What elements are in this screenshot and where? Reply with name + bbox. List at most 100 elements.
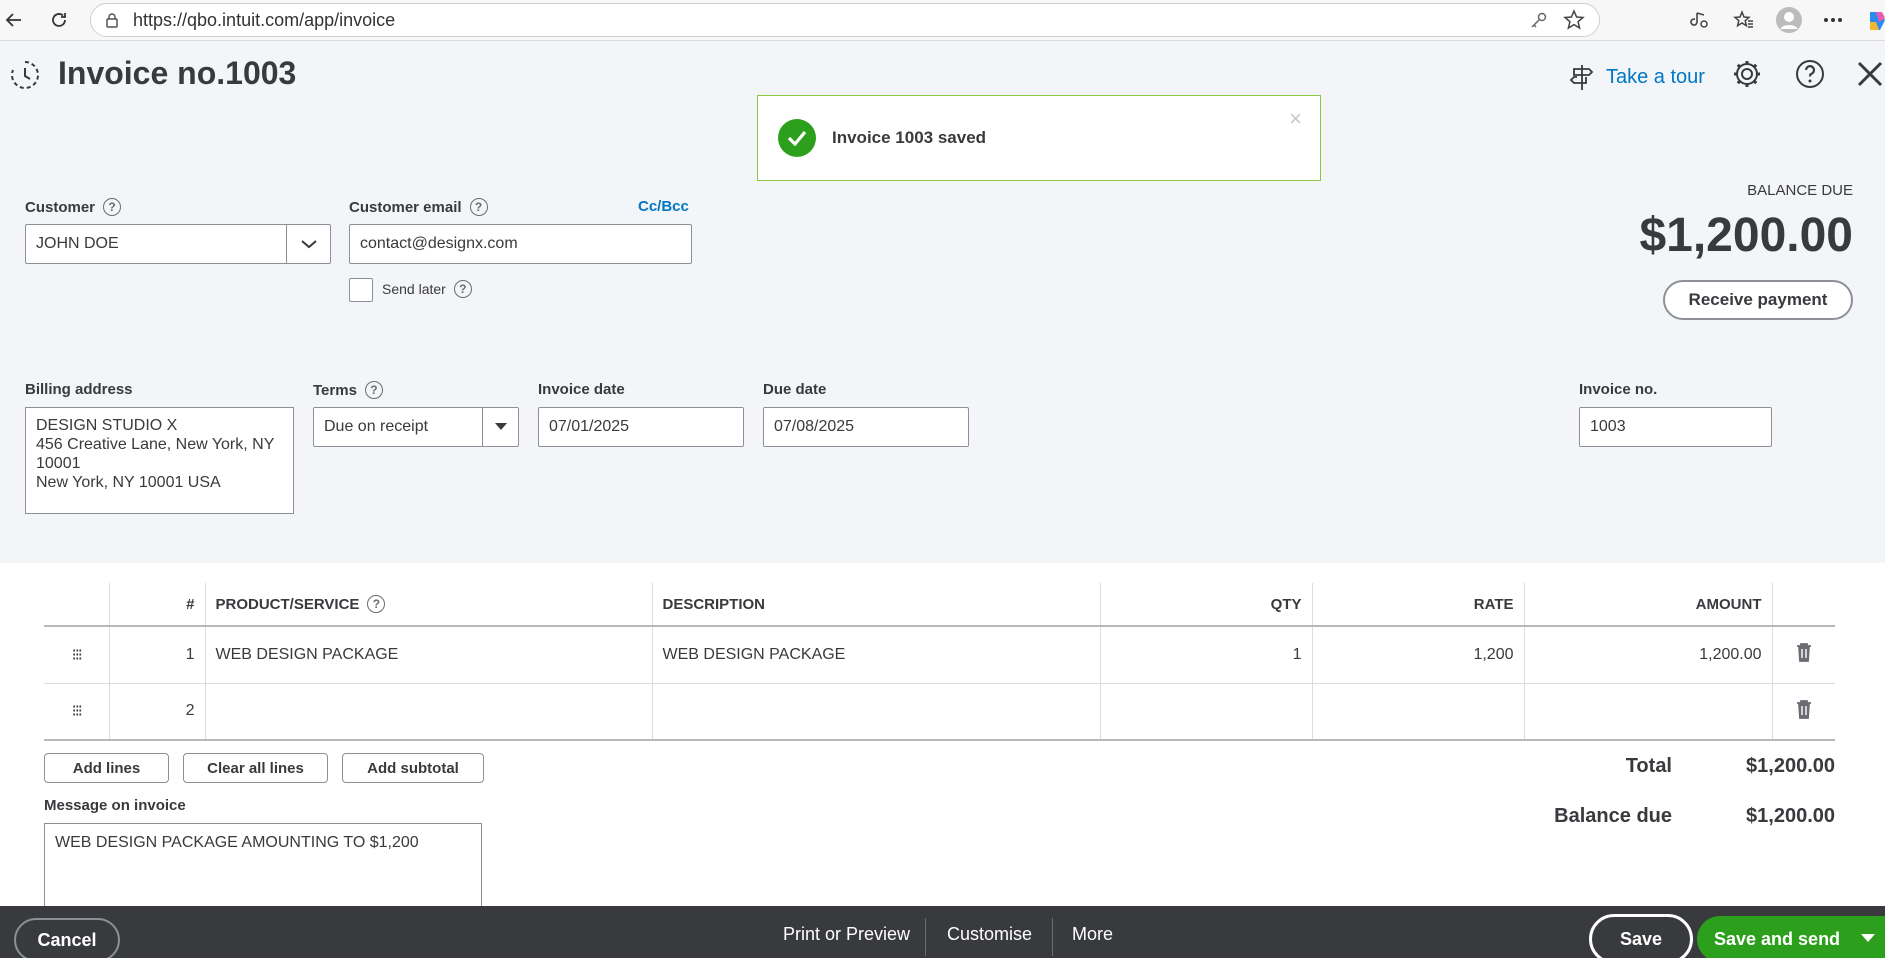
- customer-label: Customer ?: [25, 198, 122, 216]
- terms-value: Due on receipt: [324, 418, 429, 435]
- num-column-header: #: [109, 583, 206, 627]
- help-icon[interactable]: [1793, 57, 1827, 91]
- cancel-button[interactable]: Cancel: [14, 918, 120, 958]
- footer-divider: [1052, 918, 1053, 956]
- notification-close-icon[interactable]: ×: [1289, 106, 1302, 132]
- delete-line-trash-icon[interactable]: [1772, 683, 1835, 741]
- customise-link[interactable]: Customise: [947, 924, 1032, 945]
- drag-handle-icon[interactable]: ⁝⁝⁝: [44, 683, 110, 741]
- favorites-icon[interactable]: [1728, 4, 1760, 36]
- drag-column-header: [44, 583, 110, 627]
- take-a-tour-link[interactable]: Take a tour: [1568, 62, 1705, 92]
- customer-email-value: contact@designx.com: [360, 235, 518, 252]
- recent-history-icon[interactable]: [8, 58, 42, 92]
- key-icon[interactable]: [1529, 10, 1549, 35]
- save-and-send-dropdown-caret-icon[interactable]: [1861, 934, 1875, 942]
- extensions-icon[interactable]: [1684, 4, 1716, 36]
- cc-bcc-link[interactable]: Cc/Bcc: [638, 198, 689, 215]
- message-on-invoice-input[interactable]: WEB DESIGN PACKAGE AMOUNTING TO $1,200: [44, 823, 482, 913]
- more-menu-icon[interactable]: [1817, 4, 1849, 36]
- amount-cell[interactable]: 1,200.00: [1524, 626, 1773, 684]
- rate-cell[interactable]: [1312, 683, 1525, 741]
- add-subtotal-button[interactable]: Add subtotal: [342, 753, 484, 783]
- back-arrow-icon[interactable]: [0, 6, 28, 34]
- billing-line: 456 Creative Lane, New York, NY: [36, 436, 275, 453]
- billing-address-input[interactable]: DESIGN STUDIO X 456 Creative Lane, New Y…: [25, 407, 294, 514]
- delete-line-trash-icon[interactable]: [1772, 626, 1835, 684]
- more-link[interactable]: More: [1072, 924, 1113, 945]
- lock-icon: [106, 13, 118, 28]
- receive-payment-button[interactable]: Receive payment: [1663, 280, 1853, 320]
- product-cell[interactable]: WEB DESIGN PACKAGE: [205, 626, 653, 684]
- customer-dropdown-chevron-icon[interactable]: [286, 225, 330, 263]
- url-text: https://qbo.intuit.com/app/invoice: [133, 9, 396, 30]
- invoice-no-input[interactable]: 1003: [1579, 407, 1772, 447]
- customer-email-label: Customer email ?: [349, 198, 488, 216]
- terms-label-text: Terms: [313, 381, 357, 399]
- customer-select[interactable]: JOHN DOE: [25, 224, 331, 264]
- qty-column-header: QTY: [1100, 583, 1313, 627]
- customer-email-label-text: Customer email: [349, 198, 462, 216]
- amount-cell[interactable]: [1524, 683, 1773, 741]
- billing-address-label: Billing address: [25, 381, 133, 398]
- send-later-checkbox[interactable]: [349, 278, 373, 302]
- billing-line: 10001: [36, 455, 81, 472]
- due-date-value: 07/08/2025: [774, 418, 855, 435]
- table-header-row: # PRODUCT/SERVICE ? DESCRIPTION QTY RATE…: [44, 583, 1835, 627]
- refresh-icon[interactable]: [45, 6, 73, 34]
- product-header-text: PRODUCT/SERVICE: [215, 595, 360, 613]
- terms-select[interactable]: Due on receipt: [313, 407, 519, 447]
- add-lines-button[interactable]: Add lines: [44, 753, 169, 783]
- rate-cell[interactable]: 1,200: [1312, 626, 1525, 684]
- page-title: Invoice no.1003: [58, 55, 297, 91]
- product-help-icon[interactable]: ?: [367, 595, 386, 613]
- customer-help-icon[interactable]: ?: [103, 198, 122, 216]
- invoice-date-input[interactable]: 07/01/2025: [538, 407, 744, 447]
- product-cell[interactable]: [205, 683, 653, 741]
- balance-due-total-label: Balance due: [1554, 805, 1672, 827]
- delete-column-header: [1772, 583, 1835, 627]
- save-and-send-button[interactable]: Save and send: [1697, 916, 1885, 958]
- profile-avatar-icon[interactable]: [1773, 4, 1805, 36]
- print-or-preview-link[interactable]: Print or Preview: [783, 924, 910, 945]
- due-date-input[interactable]: 07/08/2025: [763, 407, 969, 447]
- line-number: 2: [109, 683, 206, 741]
- product-column-header: PRODUCT/SERVICE ?: [205, 583, 653, 627]
- line-items-table: # PRODUCT/SERVICE ? DESCRIPTION QTY RATE…: [44, 583, 1835, 741]
- balance-due-label: BALANCE DUE: [1747, 182, 1853, 199]
- description-cell[interactable]: [652, 683, 1101, 741]
- message-on-invoice-label: Message on invoice: [44, 797, 186, 814]
- terms-help-icon[interactable]: ?: [364, 381, 383, 399]
- qty-cell[interactable]: 1: [1100, 626, 1313, 684]
- balance-due-total-value: $1,200.00: [1746, 805, 1835, 827]
- billing-line: New York, NY 10001 USA: [36, 474, 221, 491]
- message-value: WEB DESIGN PACKAGE AMOUNTING TO $1,200: [55, 834, 419, 851]
- description-cell[interactable]: WEB DESIGN PACKAGE: [652, 626, 1101, 684]
- total-value: $1,200.00: [1746, 755, 1835, 777]
- customer-label-text: Customer: [25, 198, 96, 216]
- send-later-label: Send later ?: [382, 280, 472, 298]
- signpost-icon: [1569, 65, 1594, 90]
- billing-line: DESIGN STUDIO X: [36, 417, 178, 434]
- customer-email-input[interactable]: contact@designx.com: [349, 224, 692, 264]
- send-later-help-icon[interactable]: ?: [453, 280, 472, 298]
- send-later-text: Send later: [382, 281, 446, 297]
- copilot-icon[interactable]: [1866, 10, 1885, 32]
- settings-gear-icon[interactable]: [1730, 57, 1764, 91]
- email-help-icon[interactable]: ?: [469, 198, 488, 216]
- table-row[interactable]: ⁝⁝⁝ 2: [44, 683, 1835, 741]
- favorite-star-icon[interactable]: [1563, 9, 1585, 36]
- close-icon[interactable]: [1853, 57, 1885, 91]
- clear-all-lines-button[interactable]: Clear all lines: [183, 753, 328, 783]
- terms-dropdown-caret-icon[interactable]: [482, 408, 518, 446]
- tour-label: Take a tour: [1606, 65, 1705, 88]
- notification-message: Invoice 1003 saved: [832, 128, 987, 147]
- qty-cell[interactable]: [1100, 683, 1313, 741]
- save-button[interactable]: Save: [1589, 914, 1693, 958]
- drag-handle-icon[interactable]: ⁝⁝⁝: [44, 626, 110, 684]
- footer-divider: [925, 918, 926, 956]
- address-bar[interactable]: https://qbo.intuit.com/app/invoice: [90, 3, 1600, 37]
- table-row[interactable]: ⁝⁝⁝ 1 WEB DESIGN PACKAGE WEB DESIGN PACK…: [44, 626, 1835, 684]
- description-column-header: DESCRIPTION: [652, 583, 1101, 627]
- invoice-no-value: 1003: [1590, 418, 1626, 435]
